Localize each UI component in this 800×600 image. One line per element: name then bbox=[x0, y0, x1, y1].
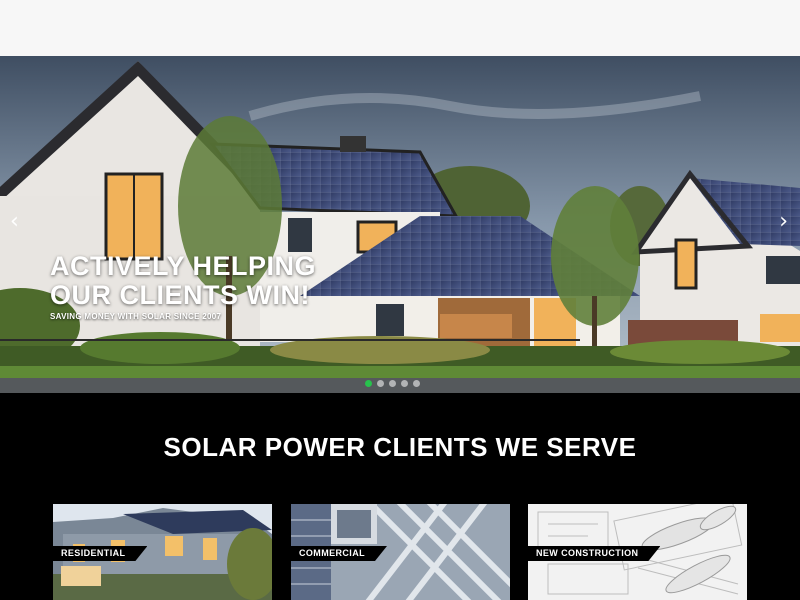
slider-pagination bbox=[365, 380, 420, 387]
site-header-bar bbox=[0, 0, 800, 56]
card-new-construction-label: NEW CONSTRUCTION bbox=[528, 546, 660, 561]
hero-headline-line1: ACTIVELY HELPING bbox=[50, 251, 317, 281]
slider-dot-2[interactable] bbox=[377, 380, 384, 387]
card-residential[interactable]: RESIDENTIAL bbox=[53, 504, 272, 600]
slider-dot-5[interactable] bbox=[413, 380, 420, 387]
hero-headline: ACTIVELY HELPING OUR CLIENTS WIN! bbox=[50, 252, 316, 310]
hero-image bbox=[0, 56, 800, 393]
slider-dot-1[interactable] bbox=[365, 380, 372, 387]
hero-headline-line2: OUR CLIENTS WIN! bbox=[50, 280, 310, 310]
slider-dot-4[interactable] bbox=[401, 380, 408, 387]
hero-tagline: SAVING MONEY WITH SOLAR SINCE 2007 bbox=[50, 312, 222, 321]
card-commercial-label: COMMERCIAL bbox=[291, 546, 387, 561]
slider-next-arrow-icon[interactable]: › bbox=[779, 211, 788, 233]
slider-dot-3[interactable] bbox=[389, 380, 396, 387]
card-new-construction[interactable]: NEW CONSTRUCTION bbox=[528, 504, 747, 600]
card-commercial[interactable]: COMMERCIAL bbox=[291, 504, 510, 600]
hero-slider: ‹ › ACTIVELY HELPING OUR CLIENTS WIN! SA… bbox=[0, 56, 800, 393]
section-title: SOLAR POWER CLIENTS WE SERVE bbox=[163, 432, 637, 462]
card-residential-label: RESIDENTIAL bbox=[53, 546, 147, 561]
slider-prev-arrow-icon[interactable]: ‹ bbox=[10, 211, 19, 233]
